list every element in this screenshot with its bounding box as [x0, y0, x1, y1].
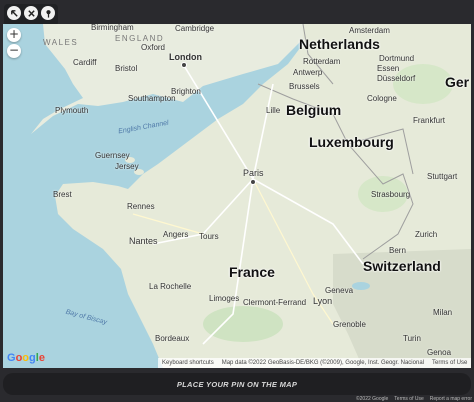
map-toolbar — [4, 4, 58, 26]
city-label-guernsey: Guernsey — [95, 151, 130, 160]
city-label-geneva: Geneva — [325, 286, 354, 295]
keyboard-shortcuts-link[interactable]: Keyboard shortcuts — [162, 360, 214, 366]
city-label-antwerp: Antwerp — [293, 68, 323, 77]
city-label-dortmund: Dortmund — [379, 54, 415, 63]
city-label-bordeaux: Bordeaux — [155, 334, 190, 343]
country-label-netherlands: Netherlands — [299, 36, 380, 52]
footer-report-link[interactable]: Report a map error — [430, 396, 472, 402]
city-label-lyon: Lyon — [313, 296, 333, 306]
city-dot-paris — [250, 179, 256, 185]
city-label-essen: Essen — [377, 64, 400, 73]
terms-of-use-link[interactable]: Terms of Use — [432, 360, 467, 366]
city-label-southampton: Southampton — [128, 94, 176, 103]
country-label-germany: Ger — [445, 74, 470, 90]
city-label-cardiff: Cardiff — [73, 58, 97, 67]
city-label-la-rochelle: La Rochelle — [149, 282, 192, 291]
city-label-cologne: Cologne — [367, 94, 397, 103]
region-label-wales: WALES — [43, 38, 79, 47]
footer-attribution: ©2022 Google Terms of Use Report a map e… — [356, 396, 472, 402]
footer-terms-link[interactable]: Terms of Use — [394, 396, 423, 402]
place-pin-button[interactable]: PLACE YOUR PIN ON THE MAP — [3, 373, 471, 395]
crossed-arrows-icon[interactable] — [24, 6, 38, 20]
zoom-out-button[interactable]: − — [7, 44, 21, 58]
arrow-icon[interactable] — [7, 6, 21, 20]
map-canvas[interactable]: + − WALES ENGLAND English Channel Bay of… — [3, 24, 471, 368]
city-label-frankfurt: Frankfurt — [413, 116, 446, 125]
zoom-controls: + − — [7, 28, 21, 58]
city-label-tours: Tours — [199, 232, 219, 241]
city-label-paris: Paris — [243, 168, 264, 178]
city-label-plymouth: Plymouth — [55, 106, 89, 115]
country-label-luxembourg: Luxembourg — [309, 134, 394, 150]
city-label-cambridge: Cambridge — [175, 24, 215, 33]
google-logo: Google — [7, 352, 45, 364]
city-label-bristol: Bristol — [115, 64, 138, 73]
city-label-jersey: Jersey — [115, 162, 139, 171]
region-label-england: ENGLAND — [115, 34, 165, 43]
city-label-birmingham: Birmingham — [91, 24, 134, 32]
city-label-oxford: Oxford — [141, 43, 166, 52]
city-dot-london — [181, 62, 187, 68]
city-label-milan: Milan — [433, 308, 453, 317]
city-label-genoa: Genoa — [427, 348, 452, 357]
city-label-brest: Brest — [53, 190, 72, 199]
country-label-france: France — [229, 264, 275, 280]
country-label-belgium: Belgium — [286, 102, 342, 118]
city-label-angers: Angers — [163, 230, 189, 239]
country-label-switzerland: Switzerland — [363, 258, 441, 274]
city-label-bern: Bern — [389, 246, 406, 255]
city-label-brighton: Brighton — [171, 87, 201, 96]
city-label-strasbourg: Strasbourg — [371, 190, 411, 199]
zoom-in-button[interactable]: + — [7, 28, 21, 42]
city-label-amsterdam: Amsterdam — [349, 26, 390, 35]
city-label-clermont-ferrand: Clermont-Ferrand — [243, 298, 307, 307]
map-data-credit: Map data ©2022 GeoBasis-DE/BKG (©2009), … — [221, 360, 424, 366]
city-label-dusseldorf: Düsseldorf — [377, 74, 416, 83]
map-attribution: Keyboard shortcuts Map data ©2022 GeoBas… — [158, 358, 471, 368]
city-label-limoges: Limoges — [209, 294, 240, 303]
city-label-stuttgart: Stuttgart — [427, 172, 458, 181]
city-label-brussels: Brussels — [289, 82, 320, 91]
city-label-zurich: Zurich — [415, 230, 438, 239]
city-label-rotterdam: Rotterdam — [303, 57, 341, 66]
city-label-turin: Turin — [403, 334, 421, 343]
city-label-grenoble: Grenoble — [333, 320, 366, 329]
google-logo-letter: G — [7, 352, 16, 364]
google-logo-letter: g — [29, 352, 36, 364]
footer-copyright: ©2022 Google — [355, 396, 389, 402]
google-logo-letter: e — [38, 352, 45, 364]
pin-icon[interactable] — [41, 6, 55, 20]
city-label-london: London — [169, 52, 202, 62]
city-label-rennes: Rennes — [127, 202, 155, 211]
city-label-lille: Lille — [266, 106, 281, 115]
city-label-nantes: Nantes — [129, 236, 158, 246]
